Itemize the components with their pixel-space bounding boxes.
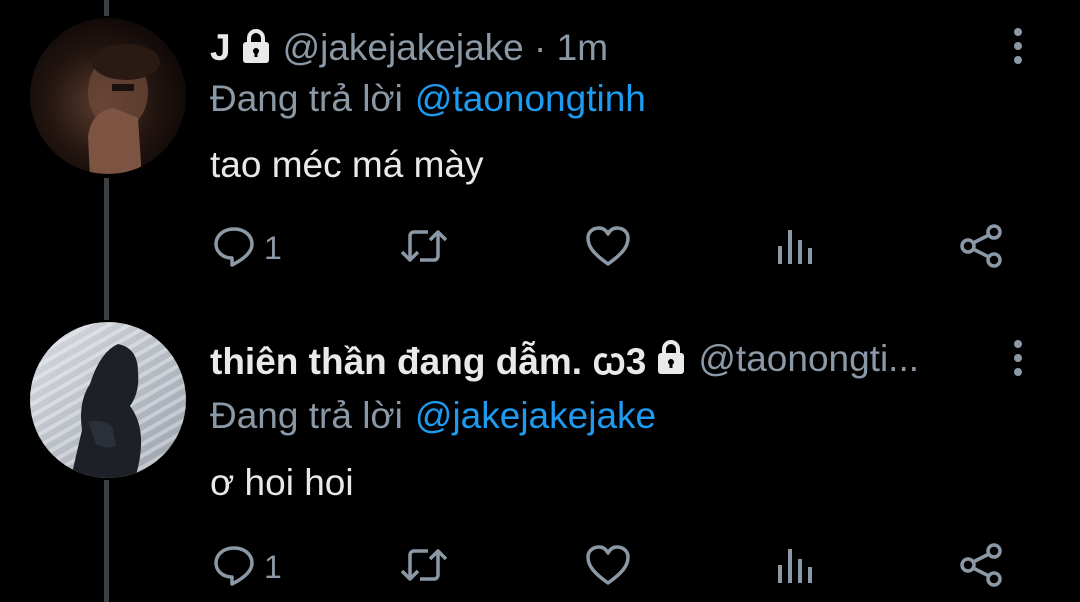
replying-to-label: Đang trả lời [210,395,403,436]
avatar[interactable] [30,322,186,478]
mention-link[interactable]: @jakejakejake [415,395,656,437]
more-icon[interactable] [1000,18,1036,74]
tweet-1[interactable]: J @jakejakejake · 1m Đang trả lời @taono… [0,0,1080,301]
tweet-header: J @jakejakejake · 1m [210,20,608,76]
analytics-icon [775,224,817,273]
avatar[interactable] [30,18,186,174]
replying-to: Đang trả lời @taonongtinh [210,74,646,124]
replying-to: Đang trả lời @jakejakejake [210,391,656,441]
analytics-icon [775,543,817,592]
more-icon[interactable] [1000,330,1036,386]
lock-icon [656,339,686,380]
action-bar: 1 [0,218,1080,278]
retweet-button[interactable] [398,537,450,597]
like-button[interactable] [584,537,632,597]
share-icon [958,222,1006,275]
retweet-button[interactable] [398,218,450,278]
reply-count: 1 [264,548,282,585]
retweet-icon [398,543,450,592]
tweet-header: thiên thần đang dẫm. ꞷ3 @taonongti... [210,331,919,387]
reply-icon [212,224,256,273]
display-name[interactable]: J [210,27,231,69]
display-name[interactable]: thiên thần đang dẫm. ꞷ3 [210,334,646,385]
like-icon [584,543,632,592]
mention-link[interactable]: @taonongtinh [415,78,646,120]
reply-button[interactable]: 1 [212,537,282,597]
analytics-button[interactable] [775,218,817,278]
handle[interactable]: @taonongti... [698,338,919,380]
tweet-2[interactable]: thiên thần đang dẫm. ꞷ3 @taonongti... Đa… [0,301,1080,602]
reply-button[interactable]: 1 [212,218,282,278]
retweet-icon [398,224,450,273]
share-button[interactable] [958,537,1006,597]
like-icon [584,224,632,273]
tweet-text: ơ hoi hoi [210,462,354,503]
like-button[interactable] [584,218,632,278]
reply-icon [212,543,256,592]
handle-timestamp[interactable]: @jakejakejake · 1m [283,27,608,69]
tweet-text: tao méc má mày [210,144,484,185]
analytics-button[interactable] [775,537,817,597]
action-bar: 1 [0,537,1080,597]
lock-icon [241,28,271,69]
replying-to-label: Đang trả lời [210,78,403,119]
reply-count: 1 [264,229,282,266]
share-icon [958,541,1006,594]
share-button[interactable] [958,218,1006,278]
